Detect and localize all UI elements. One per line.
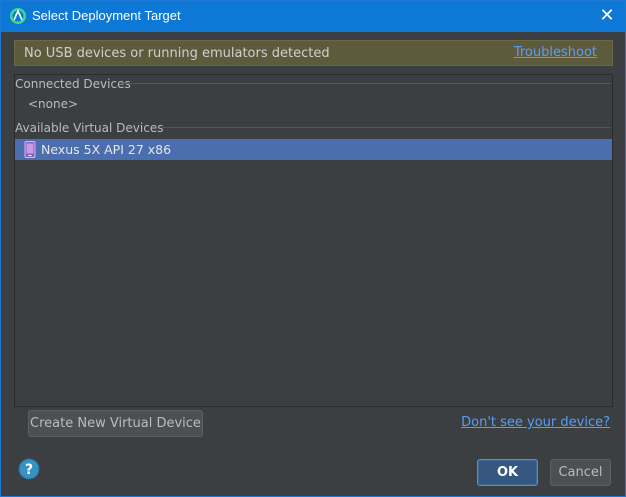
banner-message: No USB devices or running emulators dete…: [24, 46, 330, 61]
title-bar[interactable]: Select Deployment Target ✕: [1, 1, 625, 32]
create-virtual-device-button[interactable]: Create New Virtual Device: [28, 410, 203, 437]
warning-banner: No USB devices or running emulators dete…: [14, 40, 613, 66]
device-row-nexus-5x[interactable]: Nexus 5X API 27 x86: [15, 139, 612, 160]
device-label: Nexus 5X API 27 x86: [41, 142, 172, 157]
window-title: Select Deployment Target: [32, 8, 181, 23]
help-icon[interactable]: ?: [18, 458, 40, 480]
device-list[interactable]: Connected Devices <none> Available Virtu…: [14, 74, 613, 407]
available-devices-header: Available Virtual Devices: [15, 121, 164, 135]
troubleshoot-link[interactable]: Troubleshoot: [514, 45, 597, 60]
section-divider: [119, 83, 611, 84]
connected-devices-empty: <none>: [28, 97, 79, 111]
ok-button[interactable]: OK: [477, 459, 538, 486]
connected-devices-header: Connected Devices: [15, 77, 131, 91]
dialog-window: Select Deployment Target ✕ No USB device…: [0, 0, 626, 497]
close-icon[interactable]: ✕: [597, 6, 617, 26]
dont-see-device-link[interactable]: Don't see your device?: [461, 415, 610, 430]
phone-icon: [24, 141, 36, 158]
android-studio-icon: [9, 7, 27, 25]
section-divider: [162, 127, 611, 128]
svg-text:?: ?: [25, 462, 33, 478]
cancel-button[interactable]: Cancel: [550, 459, 611, 486]
